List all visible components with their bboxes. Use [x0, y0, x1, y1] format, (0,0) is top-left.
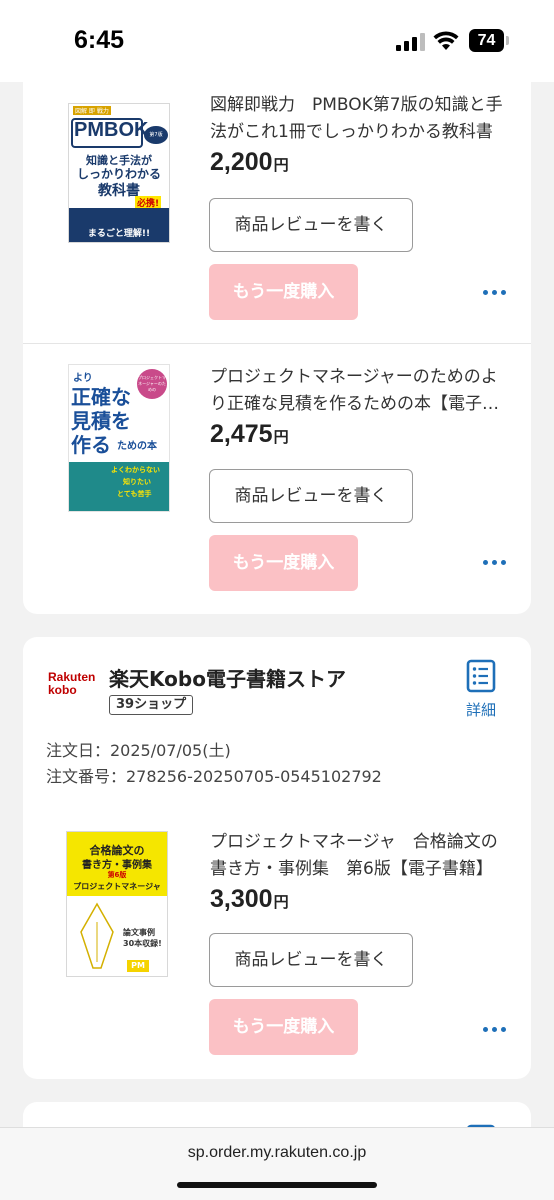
more-options-icon[interactable]	[483, 560, 507, 566]
wifi-icon	[433, 29, 459, 51]
order-card: Rakuten kobo 楽天Kobo電子書籍ストア 39ショップ 詳細 注文日…	[23, 637, 531, 1079]
order-item: より 正確な 見積を 作る ための本 プロジェクトマネージャーのための よくわか…	[23, 344, 531, 614]
more-options-icon[interactable]	[483, 1027, 507, 1033]
url-text[interactable]: sp.order.my.rakuten.co.jp	[0, 1144, 554, 1162]
product-price: 2,475円	[210, 420, 289, 448]
browser-url-bar[interactable]: sp.order.my.rakuten.co.jp	[0, 1127, 554, 1200]
order-item: 図解 即 戦力 PMBOK 第7版 知識と手法が しっかりわかる 教科書 必携!…	[23, 70, 531, 342]
write-review-button[interactable]: 商品レビューを書く	[209, 933, 413, 987]
order-date: 注文日：2025/07/05(土)	[46, 741, 231, 760]
battery-level: 74	[469, 29, 504, 52]
product-title[interactable]: 図解即戦力 PMBOK第7版の知識と手法がこれ1冊でしっかりわかる教科書	[210, 92, 510, 146]
product-title[interactable]: プロジェクトマネージャーのためのより正確な見積を作るための本【電子書籍】	[210, 364, 510, 418]
cellular-signal-icon	[396, 31, 426, 51]
book-cover-image[interactable]: より 正確な 見積を 作る ための本 プロジェクトマネージャーのための よくわか…	[68, 364, 170, 512]
order-detail-link[interactable]: 詳細	[459, 659, 503, 721]
product-title[interactable]: プロジェクトマネージャ 合格論文の書き方・事例集 第6版【電子書籍】	[210, 829, 510, 883]
product-price: 3,300円	[210, 885, 289, 913]
book-cover-image[interactable]: 図解 即 戦力 PMBOK 第7版 知識と手法が しっかりわかる 教科書 必携!…	[68, 103, 170, 243]
battery-icon: 74	[469, 29, 509, 52]
write-review-button[interactable]: 商品レビューを書く	[209, 469, 413, 523]
product-price: 2,200円	[210, 148, 289, 176]
buy-again-button[interactable]: もう一度購入	[209, 264, 358, 320]
buy-again-button[interactable]: もう一度購入	[209, 999, 358, 1055]
shop-name[interactable]: 楽天Kobo電子書籍ストア	[109, 663, 346, 692]
order-number: 注文番号：278256-20250705-0545102792	[46, 767, 382, 786]
order-item: 合格論文の 書き方・事例集 第6版 プロジェクトマネージャ 論文事例 30本収録…	[23, 807, 531, 1079]
more-options-icon[interactable]	[483, 290, 507, 296]
shop-logo: Rakuten kobo	[48, 670, 96, 697]
status-time: 6:45	[74, 26, 125, 54]
buy-again-button[interactable]: もう一度購入	[209, 535, 358, 591]
shop-badge: 39ショップ	[109, 695, 194, 715]
home-indicator[interactable]	[177, 1182, 377, 1188]
write-review-button[interactable]: 商品レビューを書く	[209, 198, 413, 252]
document-list-icon	[466, 659, 496, 693]
order-card: 図解 即 戦力 PMBOK 第7版 知識と手法が しっかりわかる 教科書 必携!…	[23, 70, 531, 614]
detail-label: 詳細	[465, 701, 496, 719]
book-cover-image[interactable]: 合格論文の 書き方・事例集 第6版 プロジェクトマネージャ 論文事例 30本収録…	[66, 831, 168, 977]
